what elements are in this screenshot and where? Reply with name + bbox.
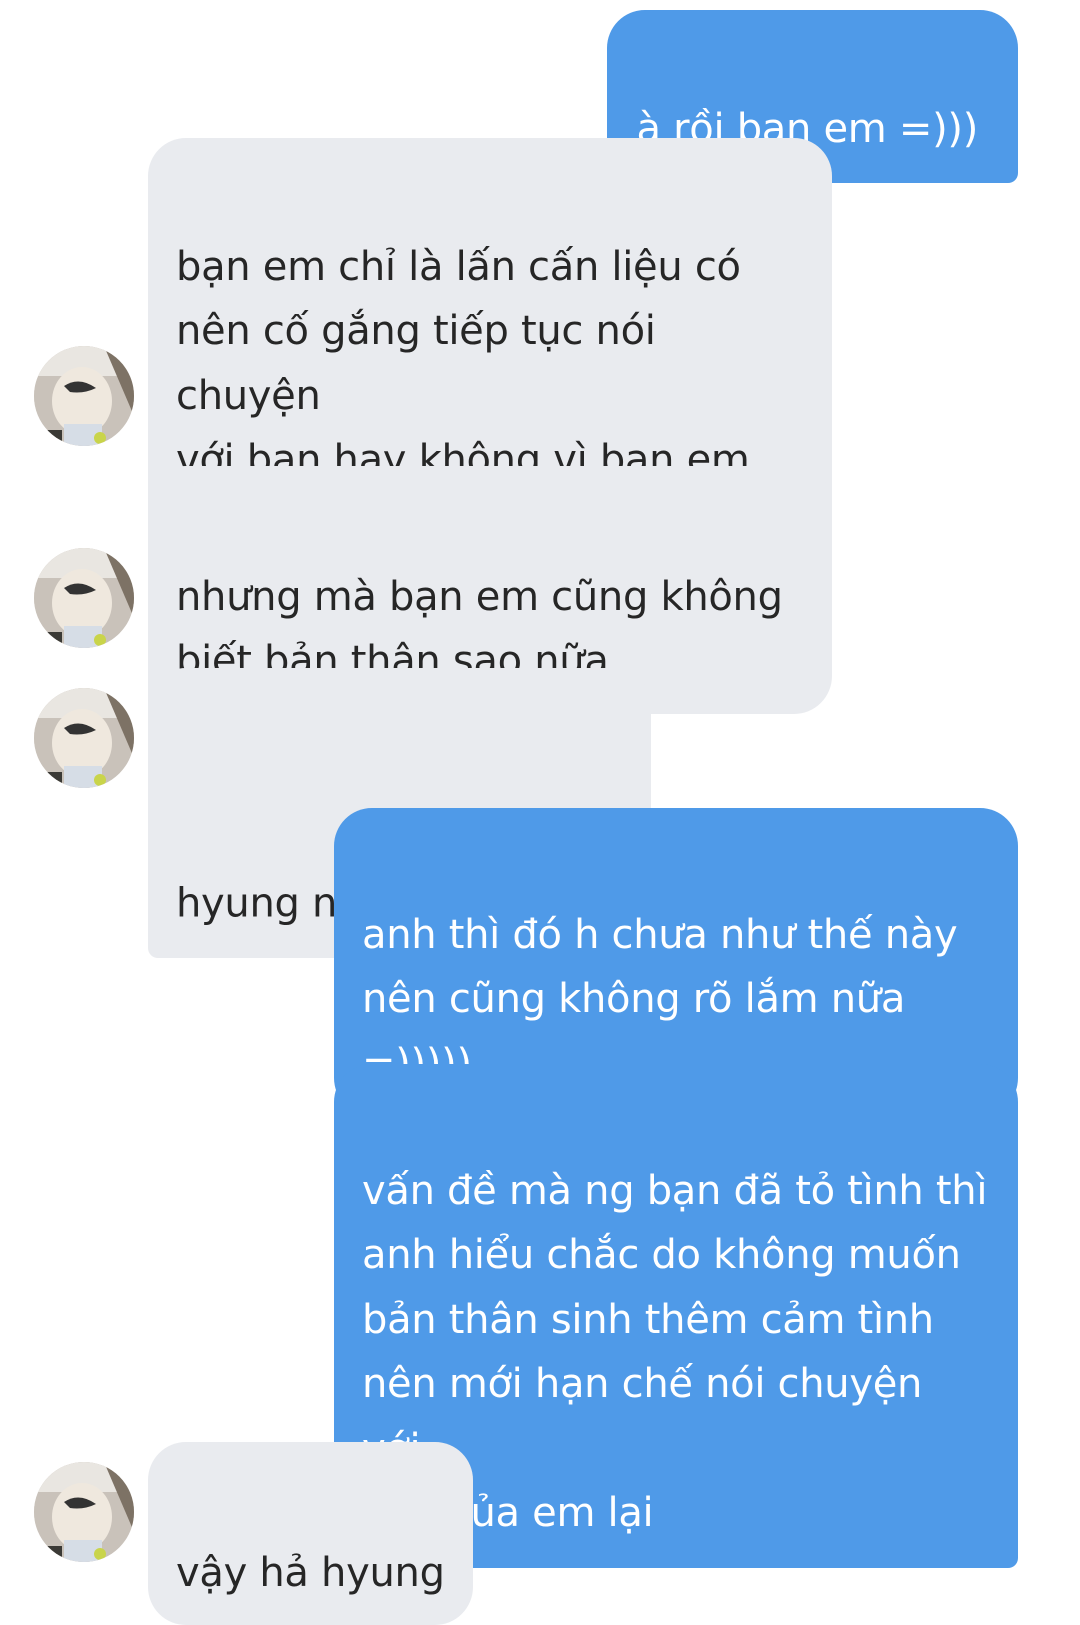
user-photo-avatar-icon bbox=[34, 688, 134, 788]
sender-avatar[interactable] bbox=[34, 1462, 134, 1562]
sender-avatar[interactable] bbox=[34, 346, 134, 446]
incoming-message[interactable]: vậy hả hyung bbox=[148, 1442, 473, 1625]
sender-avatar[interactable] bbox=[34, 688, 134, 788]
user-photo-avatar-icon bbox=[34, 548, 134, 648]
message-text: vậy hả hyung bbox=[176, 1549, 445, 1596]
user-photo-avatar-icon bbox=[34, 1462, 134, 1562]
downcast-sweat-face-icon bbox=[571, 765, 621, 878]
message-text: anh thì đó h chưa như thế này nên cũng k… bbox=[362, 911, 958, 1087]
user-photo-avatar-icon bbox=[34, 346, 134, 446]
sender-avatar[interactable] bbox=[34, 548, 134, 648]
chat-thread: à rồi bạn em =))) bạn em chỉ là lấn cấn … bbox=[0, 0, 1080, 1625]
